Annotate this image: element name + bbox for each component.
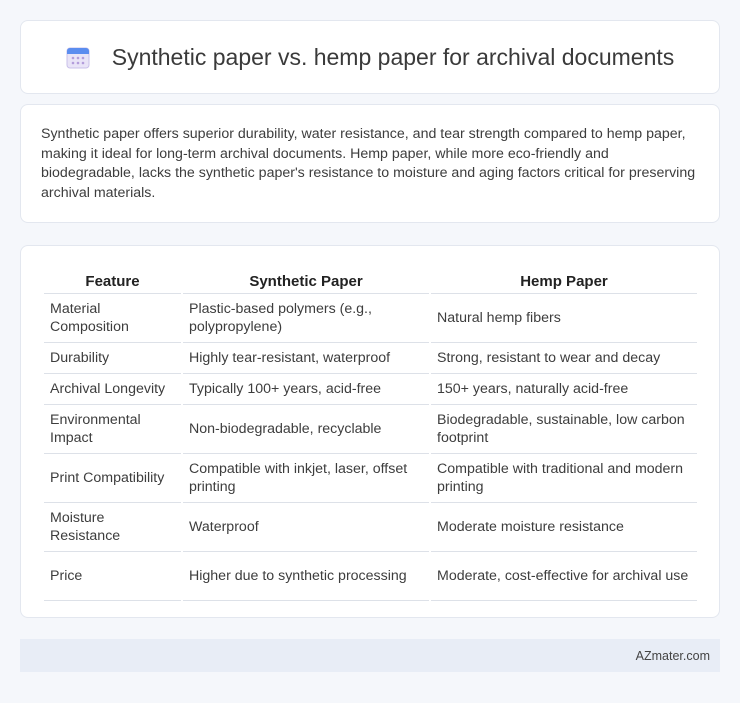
column-header-synthetic: Synthetic Paper: [183, 266, 429, 294]
table-row: Archival Longevity Typically 100+ years,…: [44, 374, 697, 405]
feature-cell: Moisture Resistance: [44, 503, 181, 552]
title-card: Synthetic paper vs. hemp paper for archi…: [20, 20, 720, 94]
table-row: Durability Highly tear-resistant, waterp…: [44, 343, 697, 374]
comparison-table: Feature Synthetic Paper Hemp Paper Mater…: [42, 266, 699, 601]
hemp-cell: Moderate, cost-effective for archival us…: [431, 552, 697, 601]
table-row: Material Composition Plastic-based polym…: [44, 294, 697, 343]
title-row: Synthetic paper vs. hemp paper for archi…: [66, 43, 675, 71]
page-title: Synthetic paper vs. hemp paper for archi…: [111, 43, 675, 70]
summary-card: Synthetic paper offers superior durabili…: [20, 104, 720, 223]
synthetic-cell: Non-biodegradable, recyclable: [183, 405, 429, 454]
synthetic-cell: Compatible with inkjet, laser, offset pr…: [183, 454, 429, 503]
synthetic-cell: Typically 100+ years, acid-free: [183, 374, 429, 405]
feature-cell: Durability: [44, 343, 181, 374]
hemp-cell: Strong, resistant to wear and decay: [431, 343, 697, 374]
feature-cell: Price: [44, 552, 181, 601]
column-header-feature: Feature: [44, 266, 181, 294]
hemp-cell: Moderate moisture resistance: [431, 503, 697, 552]
synthetic-cell: Higher due to synthetic processing: [183, 552, 429, 601]
hemp-cell: Biodegradable, sustainable, low carbon f…: [431, 405, 697, 454]
footer-site-link[interactable]: AZmater.com: [636, 649, 710, 663]
table-row: Print Compatibility Compatible with inkj…: [44, 454, 697, 503]
table-row: Environmental Impact Non-biodegradable, …: [44, 405, 697, 454]
synthetic-cell: Plastic-based polymers (e.g., polypropyl…: [183, 294, 429, 343]
table-header-row: Feature Synthetic Paper Hemp Paper: [44, 266, 697, 294]
footer-bar: AZmater.com: [20, 639, 720, 672]
hemp-cell: Compatible with traditional and modern p…: [431, 454, 697, 503]
feature-cell: Archival Longevity: [44, 374, 181, 405]
hemp-cell: 150+ years, naturally acid-free: [431, 374, 697, 405]
feature-cell: Material Composition: [44, 294, 181, 343]
hemp-cell: Natural hemp fibers: [431, 294, 697, 343]
table-row: Moisture Resistance Waterproof Moderate …: [44, 503, 697, 552]
calendar-icon: [66, 45, 90, 69]
feature-cell: Environmental Impact: [44, 405, 181, 454]
summary-text: Synthetic paper offers superior durabili…: [41, 126, 696, 201]
synthetic-cell: Highly tear-resistant, waterproof: [183, 343, 429, 374]
table-row: Price Higher due to synthetic processing…: [44, 552, 697, 601]
comparison-card: Feature Synthetic Paper Hemp Paper Mater…: [20, 245, 720, 618]
column-header-hemp: Hemp Paper: [431, 266, 697, 294]
synthetic-cell: Waterproof: [183, 503, 429, 552]
feature-cell: Print Compatibility: [44, 454, 181, 503]
